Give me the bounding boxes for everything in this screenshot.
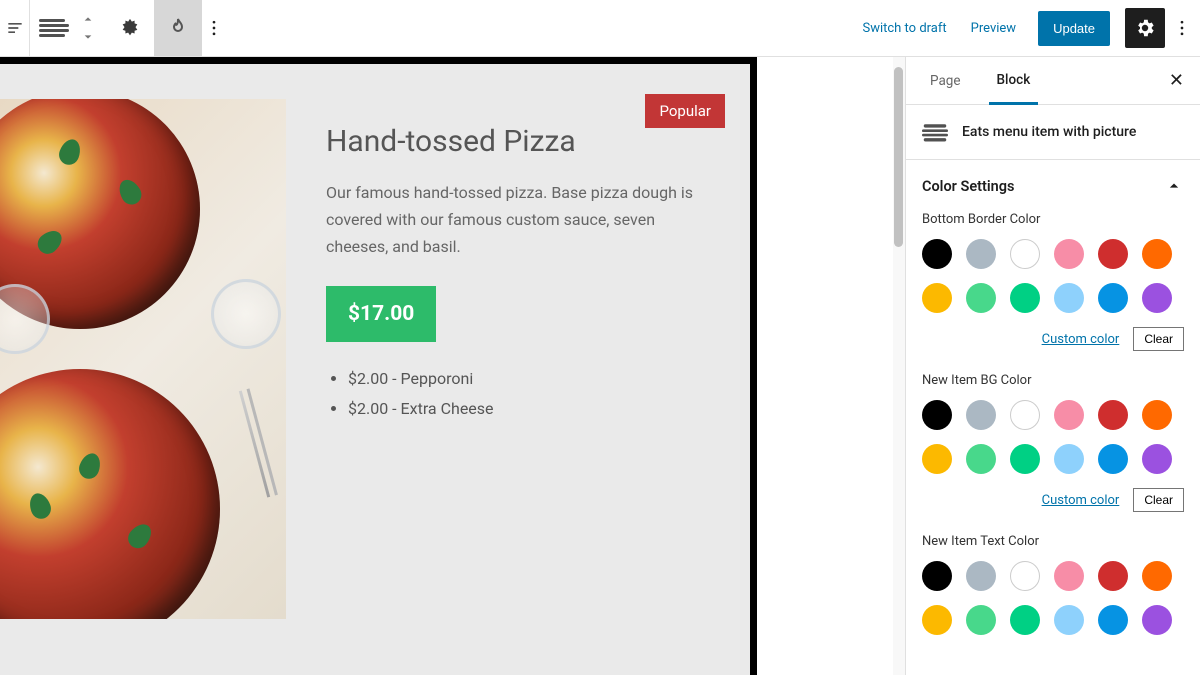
product-title[interactable]: Hand-tossed Pizza (326, 124, 710, 159)
tab-block[interactable]: Block (989, 58, 1039, 105)
color-swatch[interactable] (1098, 444, 1128, 474)
custom-color-link[interactable]: Custom color (1042, 493, 1120, 508)
toolbar-right: Switch to draft Preview Update (850, 0, 1200, 56)
color-swatch[interactable] (1010, 561, 1040, 591)
color-swatch[interactable] (1054, 400, 1084, 430)
field-bottom-border-color: Bottom Border Color Custom color Clear (922, 212, 1184, 351)
color-swatch[interactable] (966, 283, 996, 313)
color-swatch[interactable] (1098, 400, 1128, 430)
editor-more-icon[interactable] (1170, 0, 1194, 56)
product-row: Hand-tossed Pizza Our famous hand-tossed… (0, 99, 750, 619)
color-swatch[interactable] (922, 561, 952, 591)
settings-button[interactable] (1125, 8, 1165, 48)
burger-icon (922, 121, 948, 143)
color-swatch[interactable] (1010, 239, 1040, 269)
product-image[interactable] (0, 99, 286, 619)
switch-to-draft-link[interactable]: Switch to draft (850, 21, 958, 36)
color-swatch[interactable] (1054, 283, 1084, 313)
color-swatch[interactable] (1098, 239, 1128, 269)
color-swatch[interactable] (1142, 444, 1172, 474)
menu-item-block[interactable]: Popular Hand-tossed Pizza (0, 57, 757, 675)
color-swatches (922, 400, 1184, 474)
color-swatch[interactable] (1010, 605, 1040, 635)
product-extras-list[interactable]: $2.00 - Pepporoni $2.00 - Extra Cheese (326, 364, 710, 425)
product-info: Hand-tossed Pizza Our famous hand-tossed… (286, 99, 750, 619)
block-identity: Eats menu item with picture (906, 105, 1200, 160)
close-icon[interactable]: ✕ (1169, 70, 1184, 91)
color-swatch[interactable] (966, 561, 996, 591)
color-swatch[interactable] (922, 400, 952, 430)
clear-button[interactable]: Clear (1133, 488, 1184, 512)
color-swatch[interactable] (1010, 283, 1040, 313)
color-swatch[interactable] (966, 400, 996, 430)
color-swatch[interactable] (966, 444, 996, 474)
field-label: Bottom Border Color (922, 212, 1184, 227)
block-icon-burger[interactable] (30, 0, 78, 56)
color-swatch[interactable] (966, 605, 996, 635)
field-label: New Item BG Color (922, 373, 1184, 388)
list-item: $2.00 - Extra Cheese (348, 394, 710, 424)
color-swatch[interactable] (922, 283, 952, 313)
toolbar-left (0, 0, 226, 56)
back-button[interactable] (0, 0, 30, 56)
popular-badge: Popular (645, 94, 725, 128)
color-swatch[interactable] (966, 239, 996, 269)
color-swatch[interactable] (1054, 239, 1084, 269)
color-swatch[interactable] (1098, 283, 1128, 313)
color-swatch[interactable] (1054, 444, 1084, 474)
editor-canvas-area: Popular Hand-tossed Pizza (0, 57, 905, 675)
block-name: Eats menu item with picture (962, 124, 1136, 140)
color-swatch[interactable] (922, 444, 952, 474)
new-badge-icon[interactable] (106, 0, 154, 56)
product-description[interactable]: Our famous hand-tossed pizza. Base pizza… (326, 179, 710, 261)
settings-sidebar: Page Block ✕ Eats menu item with picture… (905, 57, 1200, 675)
custom-color-link[interactable]: Custom color (1042, 332, 1120, 347)
sidebar-tabs: Page Block ✕ (906, 57, 1200, 105)
clear-button[interactable]: Clear (1133, 327, 1184, 351)
color-swatch[interactable] (1098, 561, 1128, 591)
move-arrows[interactable] (78, 0, 106, 56)
color-swatch[interactable] (1142, 561, 1172, 591)
color-swatch[interactable] (922, 605, 952, 635)
popular-flame-icon[interactable] (154, 0, 202, 56)
color-swatch[interactable] (1142, 239, 1172, 269)
color-swatch[interactable] (1010, 400, 1040, 430)
field-label: New Item Text Color (922, 534, 1184, 549)
color-swatch[interactable] (1142, 283, 1172, 313)
product-price[interactable]: $17.00 (326, 286, 436, 342)
color-swatch[interactable] (1142, 605, 1172, 635)
field-new-item-bg-color: New Item BG Color Custom color Clear (922, 373, 1184, 512)
color-settings-toggle[interactable]: Color Settings (906, 160, 1200, 212)
tab-page[interactable]: Page (922, 59, 969, 103)
color-swatches (922, 239, 1184, 313)
block-more-icon[interactable] (202, 0, 226, 56)
color-swatch[interactable] (1054, 605, 1084, 635)
main-area: Popular Hand-tossed Pizza (0, 57, 1200, 675)
chevron-up-icon (1164, 176, 1184, 196)
editor-toolbar: Switch to draft Preview Update (0, 0, 1200, 57)
color-swatch[interactable] (922, 239, 952, 269)
color-swatch[interactable] (1010, 444, 1040, 474)
update-button[interactable]: Update (1038, 11, 1110, 46)
preview-link[interactable]: Preview (959, 21, 1028, 36)
scrollbar[interactable] (893, 57, 905, 675)
color-settings-panel: Bottom Border Color Custom color Clear N… (906, 212, 1200, 661)
color-swatch[interactable] (1054, 561, 1084, 591)
color-swatches (922, 561, 1184, 635)
color-swatch[interactable] (1142, 400, 1172, 430)
field-new-item-text-color: New Item Text Color (922, 534, 1184, 635)
color-swatch[interactable] (1098, 605, 1128, 635)
list-item: $2.00 - Pepporoni (348, 364, 710, 394)
